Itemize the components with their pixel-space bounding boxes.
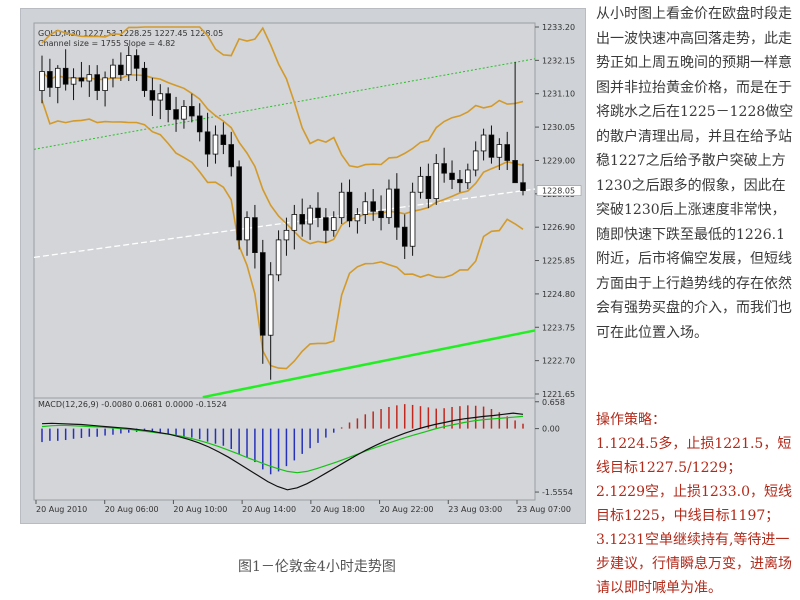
candle-body	[275, 239, 282, 276]
strategy-item-1: 1.1224.5多，止损1221.5，短线目标1227.5/1229；	[596, 436, 792, 476]
candle-body	[457, 179, 463, 184]
time-tick-label: 20 Aug 18:00	[311, 505, 365, 514]
candle-body	[449, 172, 455, 180]
candle-body	[110, 64, 116, 79]
macd-tick-label: -1.5554	[542, 488, 573, 497]
chart-caption: 图1－伦敦金4小时走势图	[238, 559, 396, 575]
time-tick-label: 23 Aug 03:00	[448, 505, 502, 514]
candle-body	[504, 144, 510, 161]
candle-body	[338, 191, 345, 219]
candle-body	[47, 71, 53, 88]
macd-tick-label: 0.00	[542, 425, 560, 434]
candle-body	[228, 144, 235, 168]
candle-body	[181, 106, 187, 120]
candle-body	[173, 109, 179, 120]
time-tick-label: 20 Aug 06:00	[105, 505, 159, 514]
time-tick-label: 20 Aug 22:00	[380, 505, 434, 514]
candle-body	[70, 77, 77, 85]
price-tick-label: 1223.75	[542, 323, 575, 332]
price-tick-label: 1232.15	[542, 56, 575, 65]
time-tick-label: 20 Aug 14:00	[242, 505, 296, 514]
candle-body	[354, 214, 361, 222]
price-tick-label: 1229.00	[542, 156, 575, 165]
candle-body	[480, 134, 487, 152]
price-tick-label: 1222.70	[542, 357, 575, 366]
analysis-text: 从小时图上看金价在欧盘时段走出一波快速冲高回落走势，此走势正如上周五晚间的预期一…	[596, 2, 798, 345]
analysis-paragraph: 从小时图上看金价在欧盘时段走出一波快速冲高回落走势，此走势正如上周五晚间的预期一…	[596, 6, 794, 341]
candle-body	[417, 175, 424, 193]
candle-body	[291, 214, 298, 231]
price-tick-label: 1233.20	[542, 23, 575, 32]
strategy-item-3: 3.1231空单继续持有,等待进一步建议，行情瞬息万变，进离场请以即时喊单为准。	[596, 532, 792, 596]
candle-body	[157, 93, 164, 101]
candle-body	[488, 134, 495, 158]
time-tick-label: 20 Aug 10:00	[173, 505, 227, 514]
current-price-label: 1228.05	[542, 187, 575, 196]
candle-body	[512, 160, 518, 184]
candle-body	[496, 144, 503, 158]
candle-body	[386, 188, 392, 219]
candle-body	[378, 210, 384, 219]
time-tick-label: 20 Aug 2010	[36, 505, 87, 514]
macd-label: MACD(12,26,9) -0.0080 0.0681 0.0000 -0.1…	[38, 400, 227, 409]
candle-body	[315, 207, 321, 219]
macd-tick-label: 0.658	[542, 398, 565, 407]
candle-body	[133, 55, 140, 69]
candle-body	[94, 74, 100, 91]
candle-body	[102, 77, 108, 91]
price-tick-label: 1225.85	[542, 257, 575, 266]
strategy-title: 操作策略：	[596, 412, 666, 428]
candle-body	[236, 166, 242, 241]
candle-body	[78, 77, 85, 82]
chart-frame: 1233.20 1232.15 1231.10 1230.05 1229.00 1228.…	[20, 8, 586, 524]
candle-body	[252, 217, 258, 254]
candle-body	[520, 182, 526, 192]
price-tick-label: 1231.10	[542, 90, 575, 99]
price-chart: 1233.20 1232.15 1231.10 1230.05 1229.00 1228.…	[33, 22, 582, 514]
candle-body	[196, 115, 203, 133]
candle-body	[472, 150, 479, 171]
candle-body	[165, 93, 171, 111]
candle-body	[244, 217, 250, 241]
candle-body	[370, 201, 376, 212]
candle-body	[330, 217, 337, 231]
candle-body	[323, 217, 329, 231]
candle-body	[299, 214, 305, 225]
price-tick-label: 1224.80	[542, 290, 575, 299]
candle-body	[125, 55, 132, 76]
candle-body	[441, 163, 447, 174]
candle-body	[204, 131, 211, 155]
candle-body	[118, 64, 124, 76]
price-tick-label: 1230.05	[542, 123, 575, 132]
candle-body	[212, 134, 219, 155]
candle-body	[425, 175, 432, 199]
candle-body	[220, 134, 227, 145]
channel-indicator-text: Channel size = 1755 Slope = 4.82	[38, 39, 175, 48]
candle-body	[362, 201, 369, 215]
candle-body	[86, 74, 93, 82]
candle-body	[141, 67, 148, 91]
candle-body	[39, 71, 45, 91]
candle-body	[189, 106, 195, 117]
candle-body	[394, 188, 400, 228]
candle-body	[307, 207, 313, 225]
candle-body	[260, 252, 266, 336]
candle-body	[267, 274, 274, 336]
candle-body	[283, 229, 290, 241]
strategy-block: 操作策略： 1.1224.5多，止损1221.5，短线目标1227.5/1229…	[596, 408, 798, 600]
strategy-item-2: 2.1229空，止损1233.0，短线目标1225，中线目标1197；	[596, 484, 792, 524]
candle-body	[62, 67, 69, 85]
candle-body	[433, 163, 440, 199]
candle-body	[149, 90, 156, 101]
candle-body	[409, 191, 416, 247]
candle-body	[465, 169, 471, 184]
time-tick-label: 23 Aug 07:00	[517, 505, 571, 514]
candle-body	[55, 67, 61, 88]
candle-body	[401, 226, 408, 247]
price-tick-label: 1226.90	[542, 223, 575, 232]
candle-body	[346, 191, 353, 222]
